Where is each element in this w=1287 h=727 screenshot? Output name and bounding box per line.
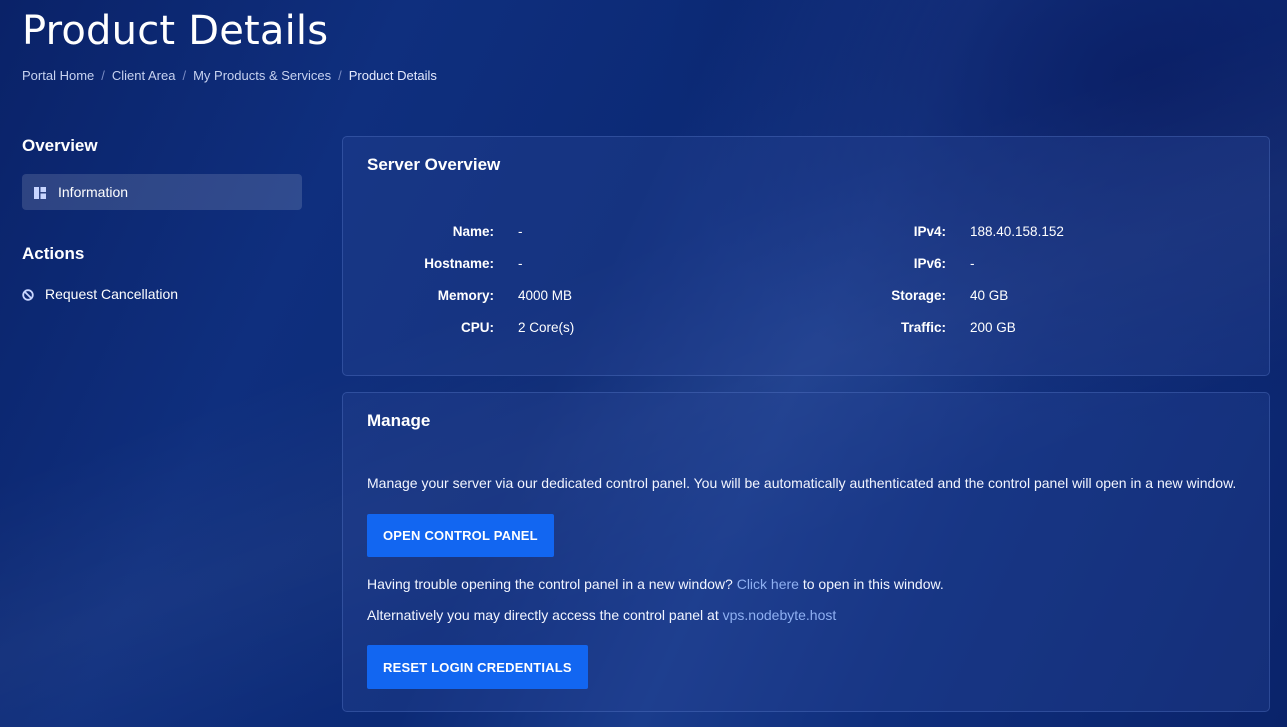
breadcrumb-current: Product Details [348, 68, 437, 83]
sidebar-item-information[interactable]: Information [22, 174, 302, 210]
trouble-prefix: Having trouble opening the control panel… [367, 576, 733, 592]
sidebar: Overview Information Actions Request Can… [22, 136, 302, 302]
overview-value: 4000 MB [518, 288, 573, 303]
overview-row-storage: Storage: 40 GB [796, 288, 1008, 303]
overview-value: - [518, 256, 523, 271]
overview-label: Traffic: [900, 320, 946, 335]
overview-row-cpu: CPU: 2 Core(s) [343, 320, 574, 335]
overview-value: - [970, 256, 975, 271]
overview-value: 200 GB [970, 320, 1016, 335]
breadcrumb-separator: / [101, 68, 105, 83]
manage-title: Manage [367, 411, 431, 430]
overview-row-hostname: Hostname: - [343, 256, 523, 271]
click-here-link[interactable]: Click here [737, 576, 799, 592]
overview-row-memory: Memory: 4000 MB [343, 288, 572, 303]
reset-login-credentials-button[interactable]: RESET LOGIN CREDENTIALS [367, 645, 588, 689]
server-overview-card: Server Overview Name: - Hostname: - Memo… [342, 136, 1270, 376]
breadcrumb-separator: / [338, 68, 342, 83]
server-overview-title: Server Overview [367, 155, 501, 174]
manage-card: Manage Manage your server via our dedica… [342, 392, 1270, 712]
overview-label: Name: [452, 224, 494, 239]
sidebar-item-request-cancellation[interactable]: Request Cancellation [22, 286, 302, 302]
overview-value: - [518, 224, 523, 239]
overview-label: IPv6: [913, 256, 946, 271]
overview-row-name: Name: - [343, 224, 523, 239]
overview-row-ipv4: IPv4: 188.40.158.152 [796, 224, 1064, 239]
trouble-text: Having trouble opening the control panel… [367, 576, 944, 592]
alternative-access-text: Alternatively you may directly access th… [367, 607, 836, 623]
overview-row-ipv6: IPv6: - [796, 256, 975, 271]
page-title: Product Details [22, 8, 329, 54]
overview-value: 188.40.158.152 [970, 224, 1064, 239]
overview-label: IPv4: [913, 224, 946, 239]
sidebar-item-label: Request Cancellation [45, 286, 179, 302]
sidebar-item-label: Information [58, 184, 129, 200]
sidebar-overview-heading: Overview [22, 136, 98, 155]
overview-label: Hostname: [424, 256, 494, 271]
control-panel-url-link[interactable]: vps.nodebyte.host [723, 607, 837, 623]
overview-label: CPU: [461, 320, 494, 335]
ban-icon [22, 288, 34, 301]
open-control-panel-button[interactable]: OPEN CONTROL PANEL [367, 514, 554, 557]
overview-row-traffic: Traffic: 200 GB [796, 320, 1016, 335]
breadcrumb-my-products[interactable]: My Products & Services [193, 68, 331, 83]
trouble-suffix: to open in this window. [802, 576, 944, 592]
breadcrumb-separator: / [182, 68, 187, 83]
breadcrumb-portal-home[interactable]: Portal Home [22, 68, 94, 83]
overview-value: 40 GB [970, 288, 1009, 303]
breadcrumb-client-area[interactable]: Client Area [112, 68, 176, 83]
overview-label: Storage: [891, 288, 946, 303]
dashboard-icon [34, 186, 46, 199]
manage-intro-text: Manage your server via our dedicated con… [367, 475, 1237, 491]
sidebar-actions-heading: Actions [22, 244, 85, 263]
overview-value: 2 Core(s) [518, 320, 575, 335]
page: Product Details Portal Home / Client Are… [0, 0, 1287, 727]
breadcrumb: Portal Home / Client Area / My Products … [22, 68, 437, 83]
overview-label: Memory: [437, 288, 494, 303]
alt-prefix: Alternatively you may directly access th… [367, 607, 719, 623]
